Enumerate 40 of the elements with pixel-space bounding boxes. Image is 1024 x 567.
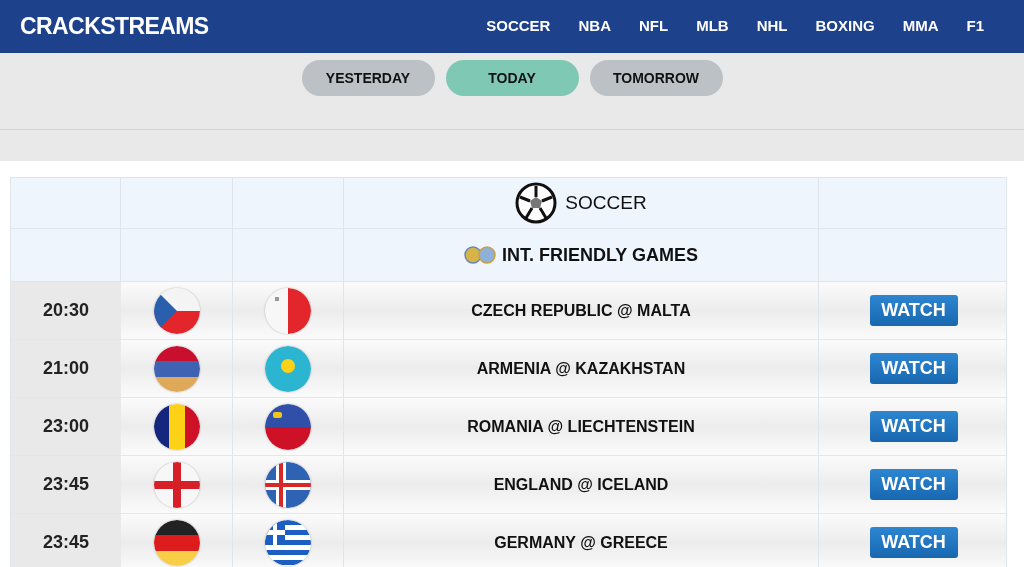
watch-button[interactable]: WATCH xyxy=(869,411,958,442)
sport-title: SOCCER xyxy=(565,190,647,215)
match-title: ROMANIA @ LIECHTENSTEIN xyxy=(467,416,695,437)
match-title: ENGLAND @ ICELAND xyxy=(493,474,669,495)
match-time: 23:00 xyxy=(42,415,89,438)
day-tab[interactable]: TODAY xyxy=(445,60,579,96)
nav-link[interactable]: NFL xyxy=(638,15,669,38)
watch-button[interactable]: WATCH xyxy=(869,353,958,384)
match-time: 23:45 xyxy=(42,531,89,554)
flag-icon xyxy=(265,519,311,566)
nav-link[interactable]: NHL xyxy=(756,15,788,38)
nav-link[interactable]: MLB xyxy=(696,15,729,38)
flag-icon xyxy=(265,461,311,508)
day-tab[interactable]: TOMORROW xyxy=(589,60,723,96)
flag-icon xyxy=(153,345,200,392)
nav-link[interactable]: F1 xyxy=(966,15,984,38)
watch-button[interactable]: WATCH xyxy=(869,469,958,500)
watch-button[interactable]: WATCH xyxy=(869,295,958,326)
flag-icon xyxy=(153,519,200,566)
watch-button[interactable]: WATCH xyxy=(869,527,958,558)
flag-icon xyxy=(153,461,200,508)
nav-link[interactable]: NBA xyxy=(578,15,611,38)
nav-link[interactable]: BOXING xyxy=(815,15,875,38)
match-time: 20:30 xyxy=(42,299,89,322)
nav-link[interactable]: SOCCER xyxy=(486,15,551,38)
site-logo[interactable]: CRACKSTREAMS xyxy=(20,9,209,44)
match-title: ARMENIA @ KAZAKHSTAN xyxy=(476,358,686,379)
match-time: 23:45 xyxy=(42,473,89,496)
flag-icon xyxy=(153,403,200,450)
flag-icon xyxy=(265,403,311,450)
flag-icon xyxy=(265,345,311,392)
flag-icon xyxy=(153,287,200,334)
league-title: INT. FRIENDLY GAMES xyxy=(502,243,698,267)
day-tab[interactable]: YESTERDAY xyxy=(301,60,435,96)
match-time: 21:00 xyxy=(42,357,89,380)
flag-icon xyxy=(265,287,311,334)
nav-link[interactable]: MMA xyxy=(902,15,939,38)
match-title: CZECH REPUBLIC @ MALTA xyxy=(471,300,691,321)
match-title: GERMANY @ GREECE xyxy=(494,532,668,553)
globes-icon xyxy=(464,246,496,264)
